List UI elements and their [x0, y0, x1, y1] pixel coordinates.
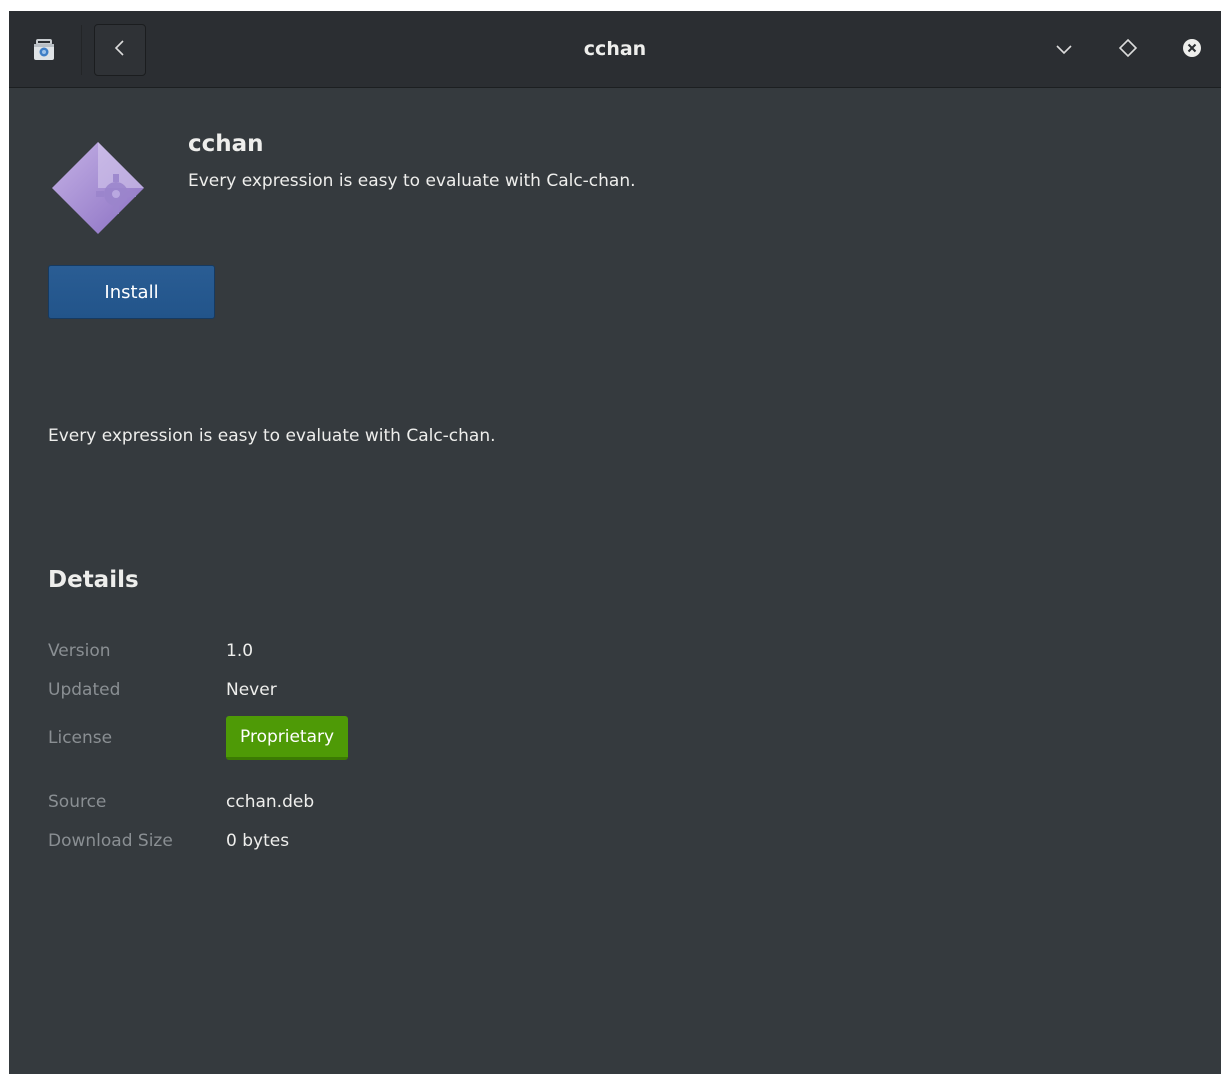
app-summary: Every expression is easy to evaluate wit…	[188, 171, 636, 191]
close-button[interactable]	[1178, 36, 1206, 64]
detail-label: License	[48, 728, 113, 748]
window-title: cchan	[583, 38, 647, 60]
detail-label: Version	[48, 641, 111, 661]
software-window: cchan cchan Every expression is easy to …	[9, 11, 1221, 1074]
detail-value: 0 bytes	[226, 831, 290, 851]
app-name: cchan	[188, 131, 264, 157]
app-details-page: cchan Every expression is easy to evalua…	[9, 88, 1221, 1074]
close-circle-icon	[1182, 38, 1202, 62]
detail-label: Updated	[48, 680, 121, 700]
header-separator	[81, 25, 82, 75]
install-button[interactable]: Install	[48, 265, 215, 319]
software-center-bag-icon	[33, 39, 55, 61]
chevron-down-icon	[1055, 41, 1073, 60]
diamond-icon	[1118, 38, 1138, 62]
application-diamond-gear-icon	[48, 138, 148, 238]
detail-value: 1.0	[226, 641, 254, 661]
license-badge[interactable]: Proprietary	[226, 716, 349, 760]
maximize-button[interactable]	[1114, 36, 1142, 64]
minimize-button[interactable]	[1050, 36, 1078, 64]
app-description: Every expression is easy to evaluate wit…	[48, 426, 496, 446]
details-heading: Details	[48, 567, 139, 593]
detail-label: Source	[48, 792, 107, 812]
chevron-left-icon	[113, 39, 127, 61]
detail-label: Download Size	[48, 831, 173, 851]
back-button[interactable]	[94, 24, 146, 76]
header-bar: cchan	[9, 11, 1221, 88]
detail-value: cchan.deb	[226, 792, 315, 812]
detail-value: Never	[226, 680, 277, 700]
